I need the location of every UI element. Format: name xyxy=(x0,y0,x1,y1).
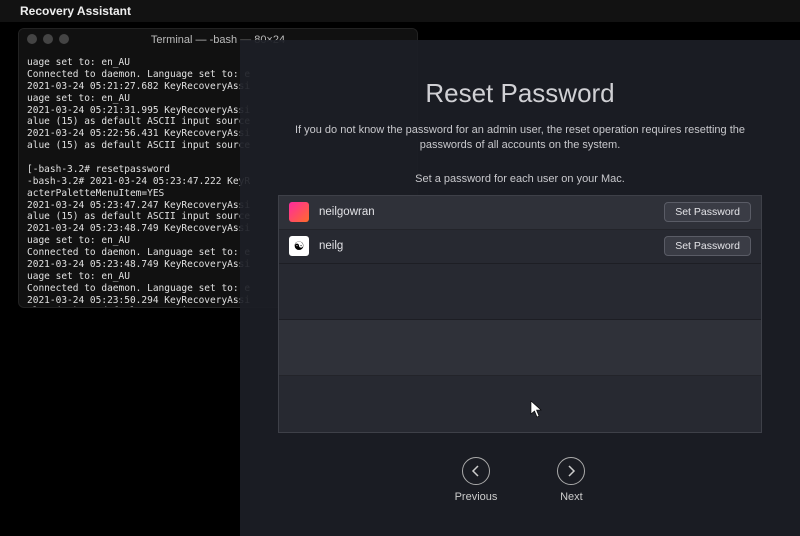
reset-password-panel: Reset Password If you do not know the pa… xyxy=(240,40,800,536)
user-row-empty xyxy=(279,264,761,320)
arrow-right-icon xyxy=(557,457,585,485)
user-name-label: neilg xyxy=(319,240,664,252)
user-row-empty xyxy=(279,376,761,432)
set-password-button[interactable]: Set Password xyxy=(664,202,751,222)
avatar xyxy=(289,202,309,222)
user-row[interactable]: ☯ neilg Set Password xyxy=(279,230,761,264)
page-title: Reset Password xyxy=(270,78,770,109)
user-row[interactable]: neilgowran Set Password xyxy=(279,196,761,230)
next-label: Next xyxy=(560,491,583,503)
arrow-left-icon xyxy=(462,457,490,485)
next-button[interactable]: Next xyxy=(557,457,585,503)
user-list: neilgowran Set Password ☯ neilg Set Pass… xyxy=(278,195,762,433)
menubar: Recovery Assistant xyxy=(0,0,800,22)
previous-button[interactable]: Previous xyxy=(455,457,498,503)
avatar: ☯ xyxy=(289,236,309,256)
menubar-app-title[interactable]: Recovery Assistant xyxy=(20,4,131,18)
user-name-label: neilgowran xyxy=(319,206,664,218)
nav-buttons: Previous Next xyxy=(270,457,770,503)
user-row-empty xyxy=(279,320,761,376)
zoom-icon[interactable] xyxy=(59,34,69,44)
help-text: If you do not know the password for an a… xyxy=(270,123,770,153)
set-password-button[interactable]: Set Password xyxy=(664,236,751,256)
window-controls xyxy=(27,34,69,44)
previous-label: Previous xyxy=(455,491,498,503)
minimize-icon[interactable] xyxy=(43,34,53,44)
close-icon[interactable] xyxy=(27,34,37,44)
subheading: Set a password for each user on your Mac… xyxy=(270,173,770,185)
